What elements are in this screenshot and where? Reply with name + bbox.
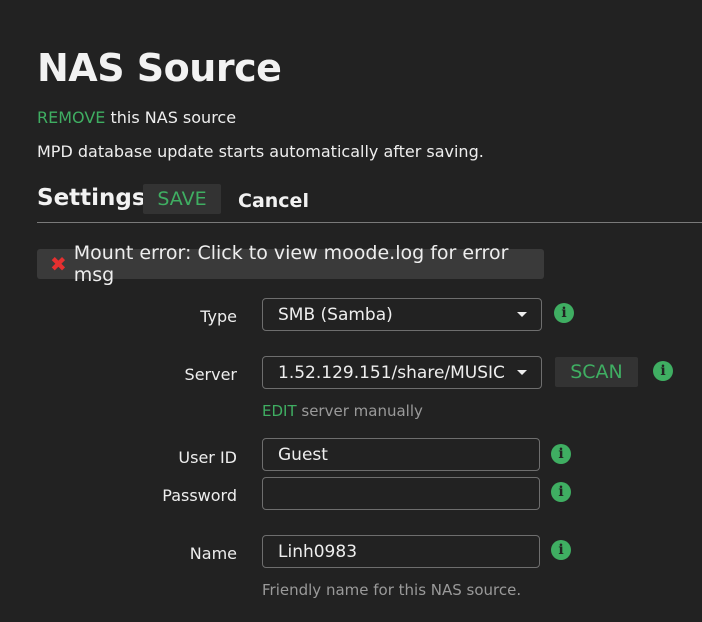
password-info-icon[interactable]: i [551, 482, 571, 502]
name-info-icon[interactable]: i [551, 540, 571, 560]
save-note: MPD database update starts automatically… [37, 142, 484, 161]
server-select[interactable]: 1.52.129.151/share/MUSIC [262, 356, 542, 389]
chevron-down-icon [517, 370, 527, 375]
password-label: Password [162, 486, 237, 505]
password-field[interactable] [262, 477, 540, 510]
type-select-value: SMB (Samba) [278, 304, 393, 325]
scan-button[interactable]: SCAN [555, 357, 638, 387]
userid-field[interactable] [262, 438, 540, 471]
name-label: Name [189, 544, 237, 563]
divider [37, 222, 702, 223]
name-hint: Friendly name for this NAS source. [262, 581, 522, 599]
edit-server-link[interactable]: EDIT [262, 402, 297, 420]
remove-line: REMOVE this NAS source [37, 108, 236, 127]
edit-server-line: EDIT server manually [262, 402, 423, 420]
server-select-value: 1.52.129.151/share/MUSIC [278, 362, 505, 383]
userid-info-icon[interactable]: i [551, 444, 571, 464]
save-button[interactable]: SAVE [143, 184, 221, 214]
name-input[interactable] [278, 541, 539, 562]
server-label: Server [184, 365, 237, 384]
mount-error-message: Mount error: Click to view moode.log for… [73, 242, 509, 286]
type-info-icon[interactable]: i [554, 303, 574, 323]
userid-label: User ID [178, 448, 237, 467]
type-select[interactable]: SMB (Samba) [262, 298, 542, 331]
type-label: Type [200, 307, 237, 326]
userid-input[interactable] [278, 444, 539, 465]
chevron-down-icon [517, 312, 527, 317]
mount-error-banner[interactable]: ✖ Mount error: Click to view moode.log f… [37, 242, 544, 286]
settings-heading: Settings [37, 185, 146, 211]
cancel-button[interactable]: Cancel [238, 190, 309, 212]
error-x-icon: ✖ [50, 252, 67, 276]
remove-link[interactable]: REMOVE [37, 108, 105, 127]
edit-server-suffix: server manually [296, 402, 423, 420]
page-title: NAS Source [37, 46, 282, 90]
password-input[interactable] [278, 483, 539, 504]
name-field[interactable] [262, 535, 540, 568]
server-info-icon[interactable]: i [653, 361, 673, 381]
remove-suffix: this NAS source [105, 108, 237, 127]
